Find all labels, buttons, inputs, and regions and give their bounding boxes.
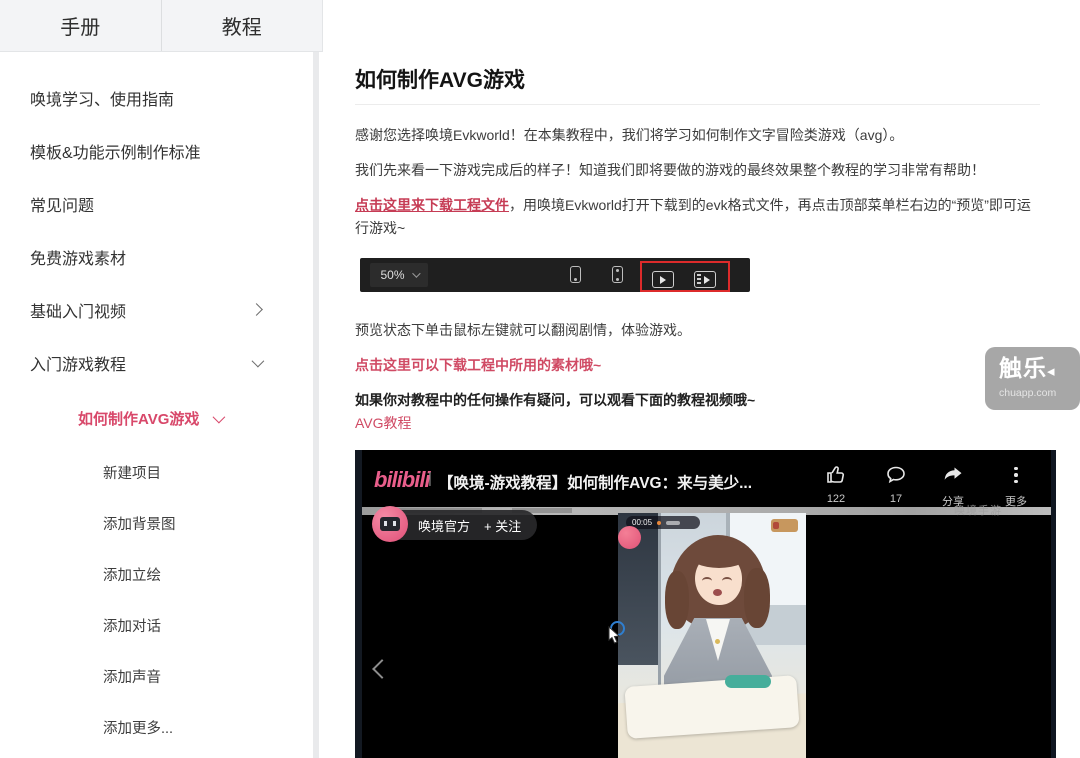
- uploader-avatar[interactable]: [372, 506, 408, 542]
- comment-count: 17: [889, 493, 903, 505]
- download-assets-link[interactable]: 点击这里可以下载工程中所用的素材哦~: [355, 354, 1044, 377]
- download-project-link[interactable]: 点击这里来下载工程文件: [355, 197, 509, 213]
- chuapp-watermark-badge: 触乐◂ chuapp.com: [985, 347, 1080, 410]
- tab-tutorial[interactable]: 教程: [162, 0, 323, 51]
- mouse-cursor-icon: [608, 625, 621, 649]
- chevron-down-icon: [411, 269, 421, 278]
- sidebar-item-label: 唤境学习、使用指南: [30, 91, 175, 109]
- sidebar-item-learning-guide[interactable]: 唤境学习、使用指南: [0, 71, 313, 124]
- sidebar-sub-label: 添加背景图: [103, 517, 176, 533]
- title-separator: |: [428, 470, 432, 487]
- triangle-icon: ◂: [1047, 363, 1056, 380]
- video-header: bilibili | 【唤境-游戏教程】如何制作AVG：来与美少... 122 …: [362, 450, 1051, 508]
- chevron-right-icon: [250, 303, 263, 316]
- sidebar-sub-label: 新建项目: [103, 466, 161, 482]
- window-frame: [658, 513, 661, 688]
- sidebar-item-template-standard[interactable]: 模板&功能示例制作标准: [0, 124, 313, 177]
- sidebar-sub-add-sprite[interactable]: 添加立绘: [0, 549, 313, 600]
- game-name-tag: [725, 675, 771, 688]
- page-title: 如何制作AVG游戏: [355, 69, 525, 92]
- title-divider: [355, 104, 1040, 105]
- preview-play-icon: [652, 271, 674, 288]
- tab-manual[interactable]: 手册: [0, 0, 162, 51]
- tv-icon: [380, 517, 400, 531]
- paragraph-video-note: 如果你对教程中的任何操作有疑问，可以观看下面的教程视频哦~: [355, 392, 756, 408]
- game-back-button: [618, 526, 641, 549]
- zoom-dropdown[interactable]: 50%: [370, 263, 428, 287]
- sidebar-item-free-assets[interactable]: 免费游戏素材: [0, 230, 313, 283]
- doc-tab-bar: 手册 教程: [0, 0, 323, 52]
- follow-button[interactable]: + 关注: [484, 516, 521, 535]
- paragraph-download: 点击这里来下载工程文件，用唤境Evkworld打开下载到的evk格式文件，再点击…: [355, 194, 1044, 240]
- chevron-down-icon: [251, 354, 265, 368]
- character-hair: [744, 568, 770, 628]
- sidebar-item-how-to-make-avg[interactable]: 如何制作AVG游戏: [0, 389, 313, 447]
- uploader-name: 唤境官方: [418, 518, 471, 534]
- sidebar-sub-label: 添加声音: [103, 670, 161, 686]
- character-eye: [702, 577, 712, 585]
- paragraph-intro: 感谢您选择唤境Evkworld！在本集教程中，我们将学习如何制作文字冒险类游戏（…: [355, 127, 904, 143]
- sidebar-item-label: 常见问题: [30, 197, 95, 215]
- timer-extra: [666, 520, 681, 525]
- character-hair: [688, 540, 750, 568]
- avg-tutorial-link[interactable]: AVG教程: [355, 412, 1044, 435]
- more-icon[interactable]: [1003, 463, 1029, 487]
- game-timer-pill: 00:05: [626, 516, 700, 529]
- sidebar-item-beginner-tutorials[interactable]: 入门游戏教程: [0, 336, 313, 389]
- debug-preview-icon: [694, 271, 716, 288]
- record-dot-icon: [657, 520, 662, 525]
- chuapp-brand: 触乐◂: [999, 355, 1056, 381]
- sidebar-nav: 唤境学习、使用指南 模板&功能示例制作标准 常见问题 免费游戏素材 基础入门视频…: [0, 52, 313, 758]
- sidebar-item-label: 模板&功能示例制作标准: [30, 144, 201, 162]
- sidebar-scrollbar[interactable]: [313, 52, 319, 758]
- like-count: 122: [826, 493, 846, 505]
- highlight-box: [640, 261, 730, 292]
- paragraph-preview-note: 我们先来看一下游戏完成后的样子！知道我们即将要做的游戏的最终效果整个教程的学习非…: [355, 162, 985, 178]
- video-player[interactable]: bilibili | 【唤境-游戏教程】如何制作AVG：来与美少... 122 …: [355, 450, 1056, 758]
- sidebar-sub-add-sound[interactable]: 添加声音: [0, 651, 313, 702]
- video-watermark: 唤境手游: [954, 505, 1002, 517]
- carousel-prev-icon[interactable]: [372, 659, 392, 679]
- sidebar-item-label: 入门游戏教程: [30, 356, 127, 374]
- paragraph-preview-tip: 预览状态下单击鼠标左键就可以翻阅剧情，体验游戏。: [355, 322, 691, 338]
- thumb-up-icon[interactable]: [823, 463, 849, 487]
- character-eye: [722, 577, 732, 585]
- phone-portrait-icon: [570, 266, 581, 283]
- character-hair: [665, 571, 689, 629]
- sidebar-sub-label: 添加对话: [103, 619, 161, 635]
- article-content: 如何制作AVG游戏 感谢您选择唤境Evkworld！在本集教程中，我们将学习如何…: [355, 0, 1056, 758]
- sidebar-sub-add-dialog[interactable]: 添加对话: [0, 600, 313, 651]
- character-necklace: [715, 639, 720, 644]
- sidebar-sub-label: 添加立绘: [103, 568, 161, 584]
- game-timer: 00:05: [632, 518, 653, 527]
- phone-remote-icon: [612, 266, 623, 283]
- sidebar-item-label: 基础入门视频: [30, 303, 127, 321]
- chevron-down-icon: [212, 410, 226, 423]
- sidebar-sub-add-background[interactable]: 添加背景图: [0, 498, 313, 549]
- share-icon[interactable]: [940, 463, 966, 487]
- sidebar-sub-label: 添加更多...: [103, 721, 174, 737]
- sidebar-sub-new-project[interactable]: 新建项目: [0, 447, 313, 498]
- sidebar-sub-add-more[interactable]: 添加更多...: [0, 702, 313, 753]
- bilibili-logo[interactable]: bilibili: [374, 467, 431, 493]
- zoom-value: 50%: [380, 268, 405, 282]
- game-menu-tag: [771, 519, 798, 532]
- sidebar-item-basic-videos[interactable]: 基础入门视频: [0, 283, 313, 336]
- chuapp-domain: chuapp.com: [999, 387, 1057, 399]
- sidebar-item-faq[interactable]: 常见问题: [0, 177, 313, 230]
- game-footage: 00:05: [618, 513, 806, 758]
- sidebar-active-label: 如何制作AVG游戏: [78, 410, 200, 428]
- editor-toolbar-screenshot: 50%: [360, 258, 750, 292]
- character-mouth: [713, 589, 722, 596]
- comment-icon[interactable]: [883, 463, 909, 487]
- sidebar-item-label: 免费游戏素材: [30, 250, 127, 268]
- video-title[interactable]: 【唤境-游戏教程】如何制作AVG：来与美少...: [438, 471, 752, 493]
